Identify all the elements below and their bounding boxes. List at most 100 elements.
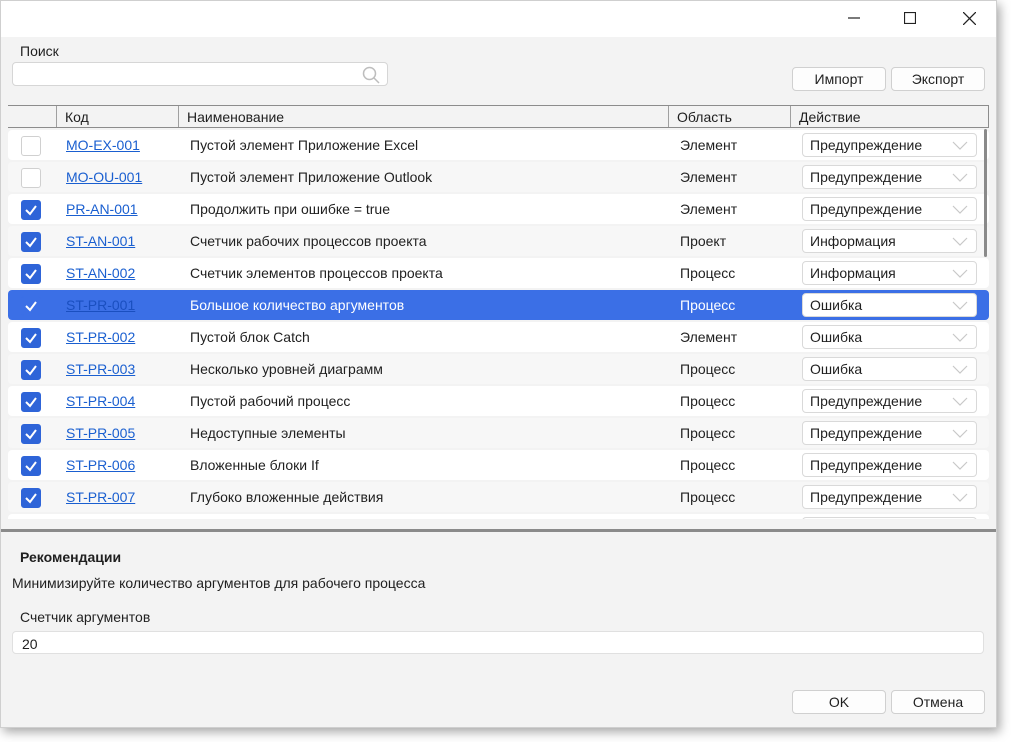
table-row[interactable]: ST-AN-001 Счетчик рабочих процессов проек…: [8, 226, 989, 256]
header-scope[interactable]: Область: [669, 106, 791, 127]
table-row[interactable]: ST-PR-007 Глубоко вложенные действия Проце…: [8, 482, 989, 512]
rule-code-link[interactable]: ST-AN-001: [66, 233, 135, 249]
splitter[interactable]: [1, 529, 996, 532]
table-row[interactable]: ST-PR-005 Недоступные элементы Процесс Пред…: [8, 418, 989, 448]
action-select[interactable]: [802, 517, 977, 519]
maximize-button[interactable]: [887, 1, 933, 35]
header-name[interactable]: Наименование: [179, 106, 669, 127]
search-box[interactable]: [12, 62, 388, 86]
chevron-down-icon: [952, 301, 968, 310]
action-select[interactable]: Предупреждение: [802, 421, 977, 445]
rule-code-link[interactable]: ST-PR-004: [66, 393, 135, 409]
row-checkbox[interactable]: [21, 328, 41, 348]
table-row[interactable]: PR-AN-001 Продолжить при ошибке = true Эле…: [8, 194, 989, 224]
table-row[interactable]: ST-PR-006 Вложенные блоки If Процесс Предуп…: [8, 450, 989, 480]
action-select-value: Предупреждение: [810, 201, 923, 217]
scope-cell: Процесс: [680, 265, 736, 281]
header-code[interactable]: Код: [57, 106, 179, 127]
code-cell: ST-AN-001: [66, 226, 135, 256]
vertical-scrollbar[interactable]: [984, 129, 987, 257]
cancel-button[interactable]: Отмена: [891, 690, 985, 714]
rule-name-cell: Недоступные элементы: [190, 425, 346, 441]
rule-code-link[interactable]: ST-PR-007: [66, 489, 135, 505]
table-row[interactable]: ST-PR-003 Несколько уровней диаграмм Проце…: [8, 354, 989, 384]
search-icon[interactable]: [361, 65, 381, 85]
action-select-value: Ошибка: [810, 361, 863, 377]
param-field[interactable]: [12, 631, 984, 654]
chevron-down-icon: [952, 429, 968, 438]
table-row[interactable]: ST-AN-002 Счетчик элементов процессов про…: [8, 258, 989, 288]
action-select[interactable]: Информация: [802, 229, 977, 253]
row-checkbox[interactable]: [21, 296, 41, 316]
table-row[interactable]: [8, 514, 989, 519]
action-select-value: Информация: [810, 233, 896, 249]
code-cell: ST-PR-002: [66, 322, 135, 352]
rule-name-cell: Продолжить при ошибке = true: [190, 201, 391, 217]
rule-name-cell: Счетчик элементов процессов проекта: [190, 265, 443, 281]
title-bar: [1, 1, 996, 37]
search-input[interactable]: [19, 65, 363, 85]
row-checkbox[interactable]: [21, 488, 41, 508]
close-button[interactable]: [946, 1, 992, 35]
action-select[interactable]: Предупреждение: [802, 197, 977, 221]
header-select[interactable]: [8, 106, 57, 127]
scope-cell: Процесс: [680, 457, 736, 473]
row-checkbox[interactable]: [21, 168, 41, 188]
row-checkbox[interactable]: [21, 456, 41, 476]
rule-code-link[interactable]: ST-PR-002: [66, 329, 135, 345]
checkmark-icon: [25, 333, 37, 344]
action-select[interactable]: Ошибка: [802, 293, 977, 317]
rule-code-link[interactable]: ST-PR-005: [66, 425, 135, 441]
action-select[interactable]: Предупреждение: [802, 133, 977, 157]
rule-code-link[interactable]: ST-PR-001: [66, 297, 135, 313]
rule-code-link[interactable]: PR-AN-001: [66, 201, 138, 217]
rule-code-link[interactable]: MO-EX-001: [66, 137, 140, 153]
action-select[interactable]: Предупреждение: [802, 453, 977, 477]
rule-name-cell: Глубоко вложенные действия: [190, 489, 384, 505]
action-select-value: Информация: [810, 265, 896, 281]
row-checkbox[interactable]: [21, 200, 41, 220]
param-value-input[interactable]: [20, 634, 924, 654]
rule-code-link[interactable]: ST-PR-003: [66, 361, 135, 377]
scope-cell: Процесс: [680, 297, 736, 313]
minimize-button[interactable]: [831, 1, 877, 35]
scope-cell: Элемент: [680, 201, 738, 217]
table-row[interactable]: MO-EX-001 Пустой элемент Приложение Excel…: [8, 130, 989, 160]
row-checkbox[interactable]: [21, 232, 41, 252]
code-cell: ST-PR-004: [66, 386, 135, 416]
action-select[interactable]: Ошибка: [802, 325, 977, 349]
import-button[interactable]: Импорт: [792, 67, 886, 91]
header-action[interactable]: Действие: [791, 106, 989, 127]
row-checkbox[interactable]: [21, 392, 41, 412]
row-checkbox[interactable]: [21, 424, 41, 444]
action-select[interactable]: Предупреждение: [802, 485, 977, 509]
rule-name-cell: Вложенные блоки If: [190, 457, 319, 473]
rule-code-link[interactable]: ST-PR-006: [66, 457, 135, 473]
rule-code-link[interactable]: ST-AN-002: [66, 265, 135, 281]
row-checkbox[interactable]: [21, 136, 41, 156]
scope-cell: Проект: [680, 233, 727, 249]
rule-code-link[interactable]: MO-OU-001: [66, 169, 142, 185]
action-select-value: Предупреждение: [810, 489, 923, 505]
checkmark-icon: [25, 205, 37, 216]
chevron-down-icon: [952, 397, 968, 406]
scope-cell: Процесс: [680, 425, 736, 441]
code-cell: MO-EX-001: [66, 130, 140, 160]
table-row[interactable]: ST-PR-001 Большое количество аргументов Пр…: [8, 290, 989, 320]
scope-cell: Элемент: [680, 137, 738, 153]
table-row[interactable]: ST-PR-002 Пустой блок Catch Элемент Ошибка: [8, 322, 989, 352]
row-checkbox[interactable]: [21, 360, 41, 380]
recommendations-title: Рекомендации: [20, 549, 122, 565]
action-select[interactable]: Предупреждение: [802, 165, 977, 189]
action-select[interactable]: Предупреждение: [802, 389, 977, 413]
table-row[interactable]: MO-OU-001 Пустой элемент Приложение Outlo…: [8, 162, 989, 192]
ok-button[interactable]: OK: [792, 690, 886, 714]
rule-name-cell: Несколько уровней диаграмм: [190, 361, 383, 377]
row-checkbox[interactable]: [21, 264, 41, 284]
rule-name-cell: Пустой элемент Приложение Outlook: [190, 169, 433, 185]
table-header: Код Наименование Область Действие: [8, 105, 989, 128]
action-select[interactable]: Ошибка: [802, 357, 977, 381]
action-select[interactable]: Информация: [802, 261, 977, 285]
export-button[interactable]: Экспорт: [891, 67, 985, 91]
table-row[interactable]: ST-PR-004 Пустой рабочий процесс Процесс Пр…: [8, 386, 989, 416]
